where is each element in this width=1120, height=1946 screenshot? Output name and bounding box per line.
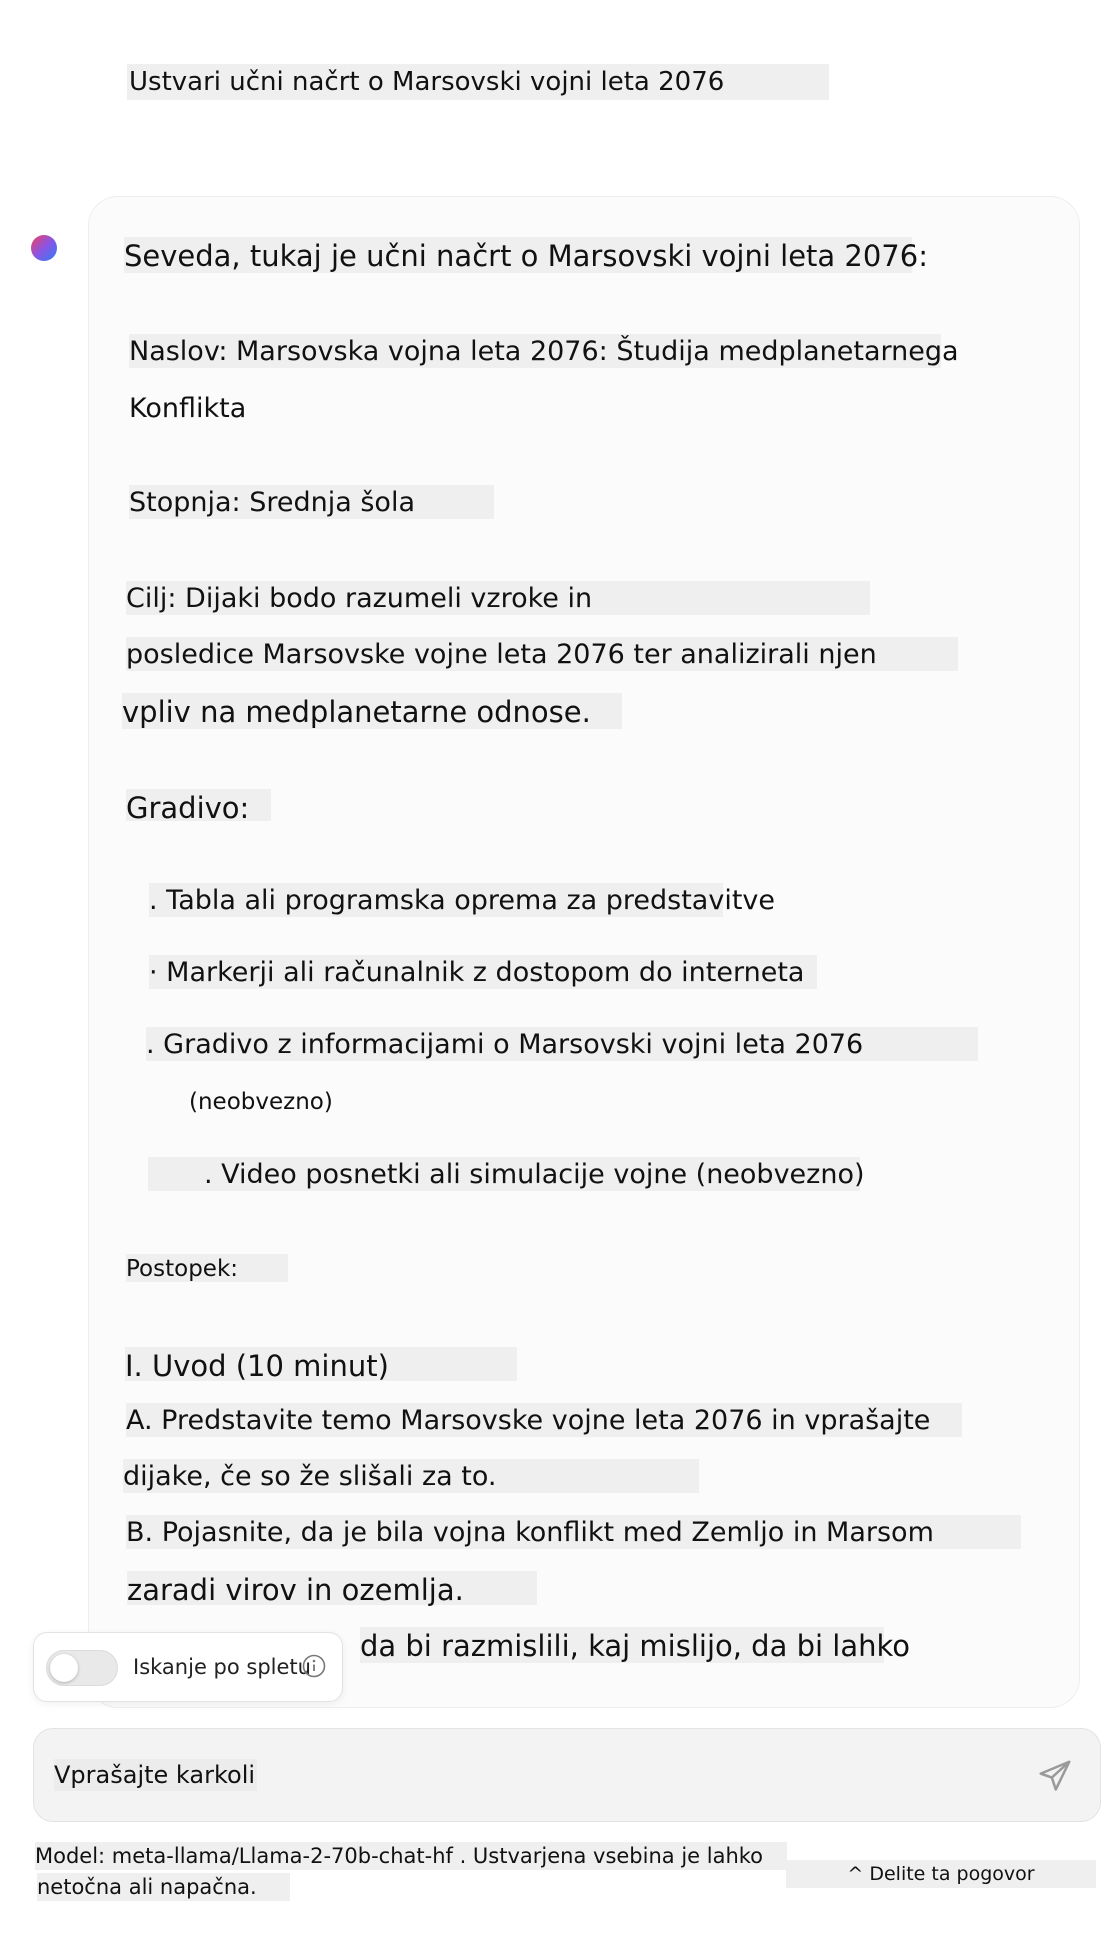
step-a-line-2: dijake, če so že slišali za to.	[123, 1459, 699, 1493]
user-message: Ustvari učni načrt o Marsovski vojni let…	[127, 64, 829, 100]
model-disclaimer-line-1: Model: meta-llama/Llama-2-70b-chat-hf . …	[35, 1842, 787, 1870]
section-1-heading: I. Uvod (10 minut)	[125, 1347, 517, 1383]
web-search-switch[interactable]	[46, 1650, 118, 1686]
material-item-4: . Video posnetki ali simulacije vojne (n…	[148, 1157, 865, 1191]
goal-line-2: posledice Marsovske vojne leta 2076 ter …	[126, 637, 958, 671]
materials-heading: Gradivo:	[126, 789, 271, 825]
share-conversation-link[interactable]: ^ Delite ta pogovor	[786, 1860, 1096, 1888]
send-icon[interactable]	[1036, 1757, 1074, 1795]
info-icon[interactable]	[302, 1654, 326, 1678]
chat-input-box[interactable]: Vprašajte karkoli	[33, 1728, 1101, 1822]
material-item-3-line-1: . Gradivo z informacijami o Marsovski vo…	[146, 1027, 978, 1061]
web-search-toggle-card: Iskanje po spletu	[33, 1632, 343, 1702]
step-c-partial: da bi razmislili, kaj mislijo, da bi lah…	[360, 1627, 910, 1663]
model-disclaimer-line-2: netočna ali napačna.	[37, 1873, 290, 1901]
assistant-intro: Seveda, tukaj je učni načrt o Marsovski …	[124, 237, 928, 273]
procedure-heading: Postopek:	[126, 1254, 288, 1282]
assistant-avatar-icon	[31, 235, 57, 261]
step-b-line-2: zaradi virov in ozemlja.	[127, 1571, 537, 1607]
goal-line-1: Cilj: Dijaki bodo razumeli vzroke in	[126, 581, 870, 615]
step-a-line-1: A. Predstavite temo Marsovske vojne leta…	[126, 1403, 962, 1437]
material-item-3-line-2: (neobvezno)	[189, 1089, 333, 1115]
chat-input-placeholder[interactable]: Vprašajte karkoli	[54, 1759, 258, 1791]
material-item-2: · Markerji ali računalnik z dostopom do …	[149, 955, 817, 989]
lesson-level: Stopnja: Srednja šola	[129, 485, 494, 519]
goal-line-3: vpliv na medplanetarne odnose.	[122, 693, 622, 729]
material-item-1: . Tabla ali programska oprema za predsta…	[149, 883, 775, 917]
lesson-title-line-2: Konflikta	[129, 393, 247, 424]
lesson-title-line-1: Naslov: Marsovska vojna leta 2076: Študi…	[129, 334, 959, 368]
step-b-line-1: B. Pojasnite, da je bila vojna konflikt …	[126, 1515, 1021, 1549]
web-search-label: Iskanje po spletu	[133, 1655, 311, 1679]
switch-knob	[50, 1654, 78, 1682]
